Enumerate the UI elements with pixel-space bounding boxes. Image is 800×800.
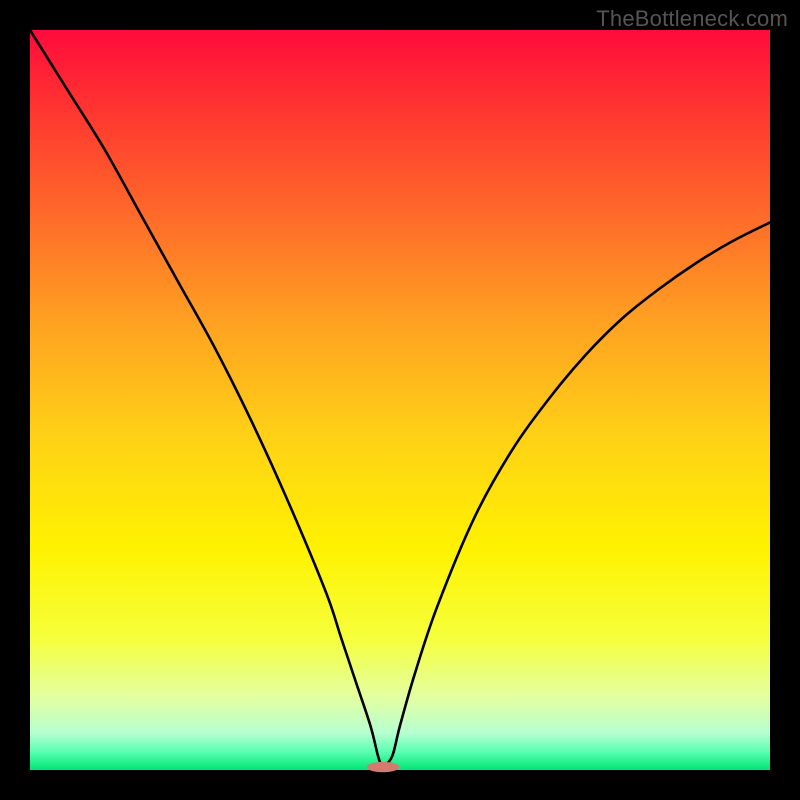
bottleneck-chart: TheBottleneck.com	[0, 0, 800, 800]
plot-area	[30, 30, 770, 770]
chart-svg	[0, 0, 800, 800]
optimum-marker	[367, 762, 400, 772]
watermark-text: TheBottleneck.com	[596, 6, 788, 32]
